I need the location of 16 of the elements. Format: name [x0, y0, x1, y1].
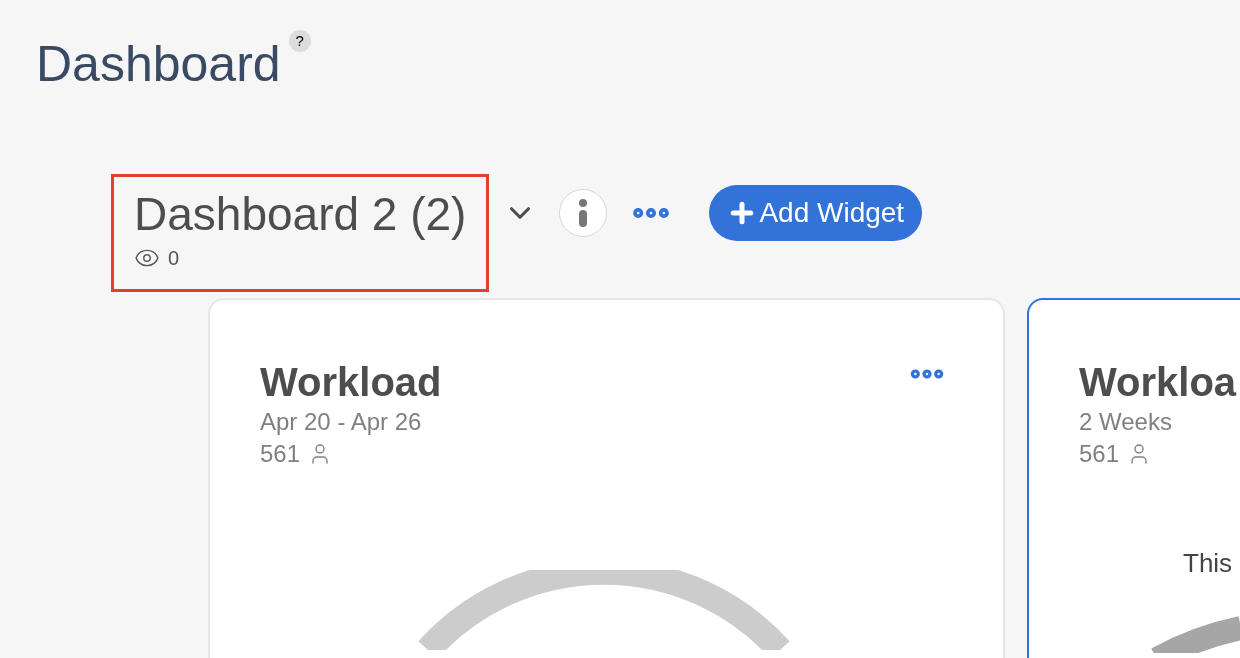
user-count: 561 — [260, 439, 301, 469]
page-title: Dashboard — [36, 35, 281, 94]
dashboard-name: Dashboard 2 (2) — [134, 187, 467, 241]
add-widget-button[interactable]: Add Widget — [709, 185, 923, 241]
view-count: 0 — [168, 246, 180, 271]
info-icon — [578, 199, 589, 227]
user-count: 561 — [1079, 439, 1120, 469]
widget-period: 2 Weeks — [1079, 407, 1173, 437]
widget-card[interactable]: Workload Apr 20 - Apr 26 561 — [208, 298, 1005, 658]
help-icon[interactable]: ? — [288, 30, 311, 52]
widget-title: Workload — [260, 359, 442, 406]
info-button[interactable] — [559, 189, 608, 237]
chart-caption: This — [1183, 547, 1234, 580]
widget-title: Workloa — [1079, 359, 1237, 406]
widget-period: Apr 20 - Apr 26 — [260, 407, 423, 437]
widget-card[interactable]: Workloa 2 Weeks 561 This — [1027, 298, 1240, 658]
